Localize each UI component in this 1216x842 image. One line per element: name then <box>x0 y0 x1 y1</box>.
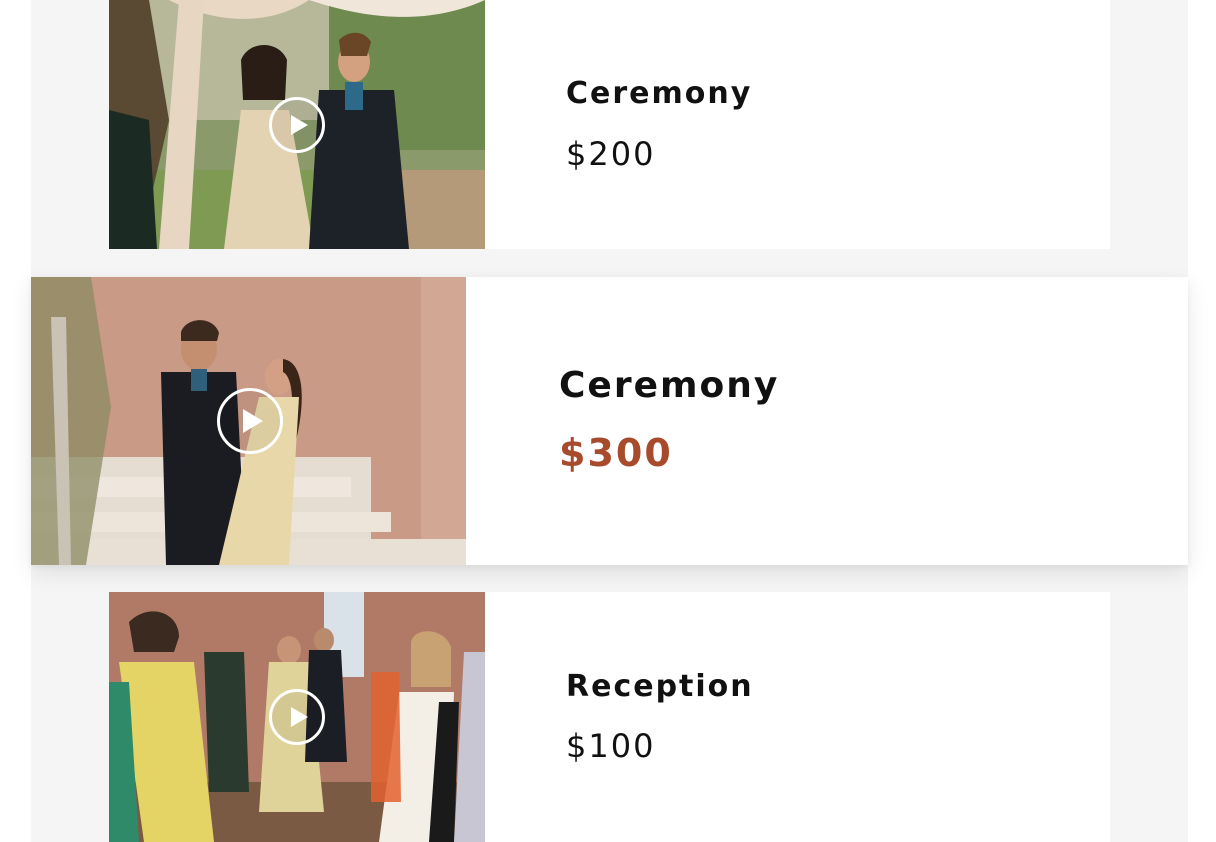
video-thumbnail[interactable] <box>109 0 485 249</box>
item-price: $200 <box>566 135 656 173</box>
video-thumbnail[interactable] <box>109 592 485 842</box>
play-button[interactable] <box>269 689 325 745</box>
item-title: Ceremony <box>566 76 753 111</box>
video-card-reception-100[interactable]: Reception $100 <box>109 592 1110 842</box>
play-button[interactable] <box>269 97 325 153</box>
item-title: Ceremony <box>559 365 780 406</box>
video-card-ceremony-200[interactable]: Ceremony $200 <box>109 0 1110 249</box>
play-icon <box>243 409 263 433</box>
item-price: $100 <box>566 727 656 765</box>
play-button[interactable] <box>217 388 283 454</box>
play-icon <box>291 115 308 135</box>
item-price: $300 <box>559 431 673 475</box>
play-icon <box>291 707 308 727</box>
video-card-ceremony-300[interactable]: Ceremony $300 <box>31 277 1188 565</box>
item-title: Reception <box>566 669 754 704</box>
video-thumbnail[interactable] <box>31 277 466 565</box>
